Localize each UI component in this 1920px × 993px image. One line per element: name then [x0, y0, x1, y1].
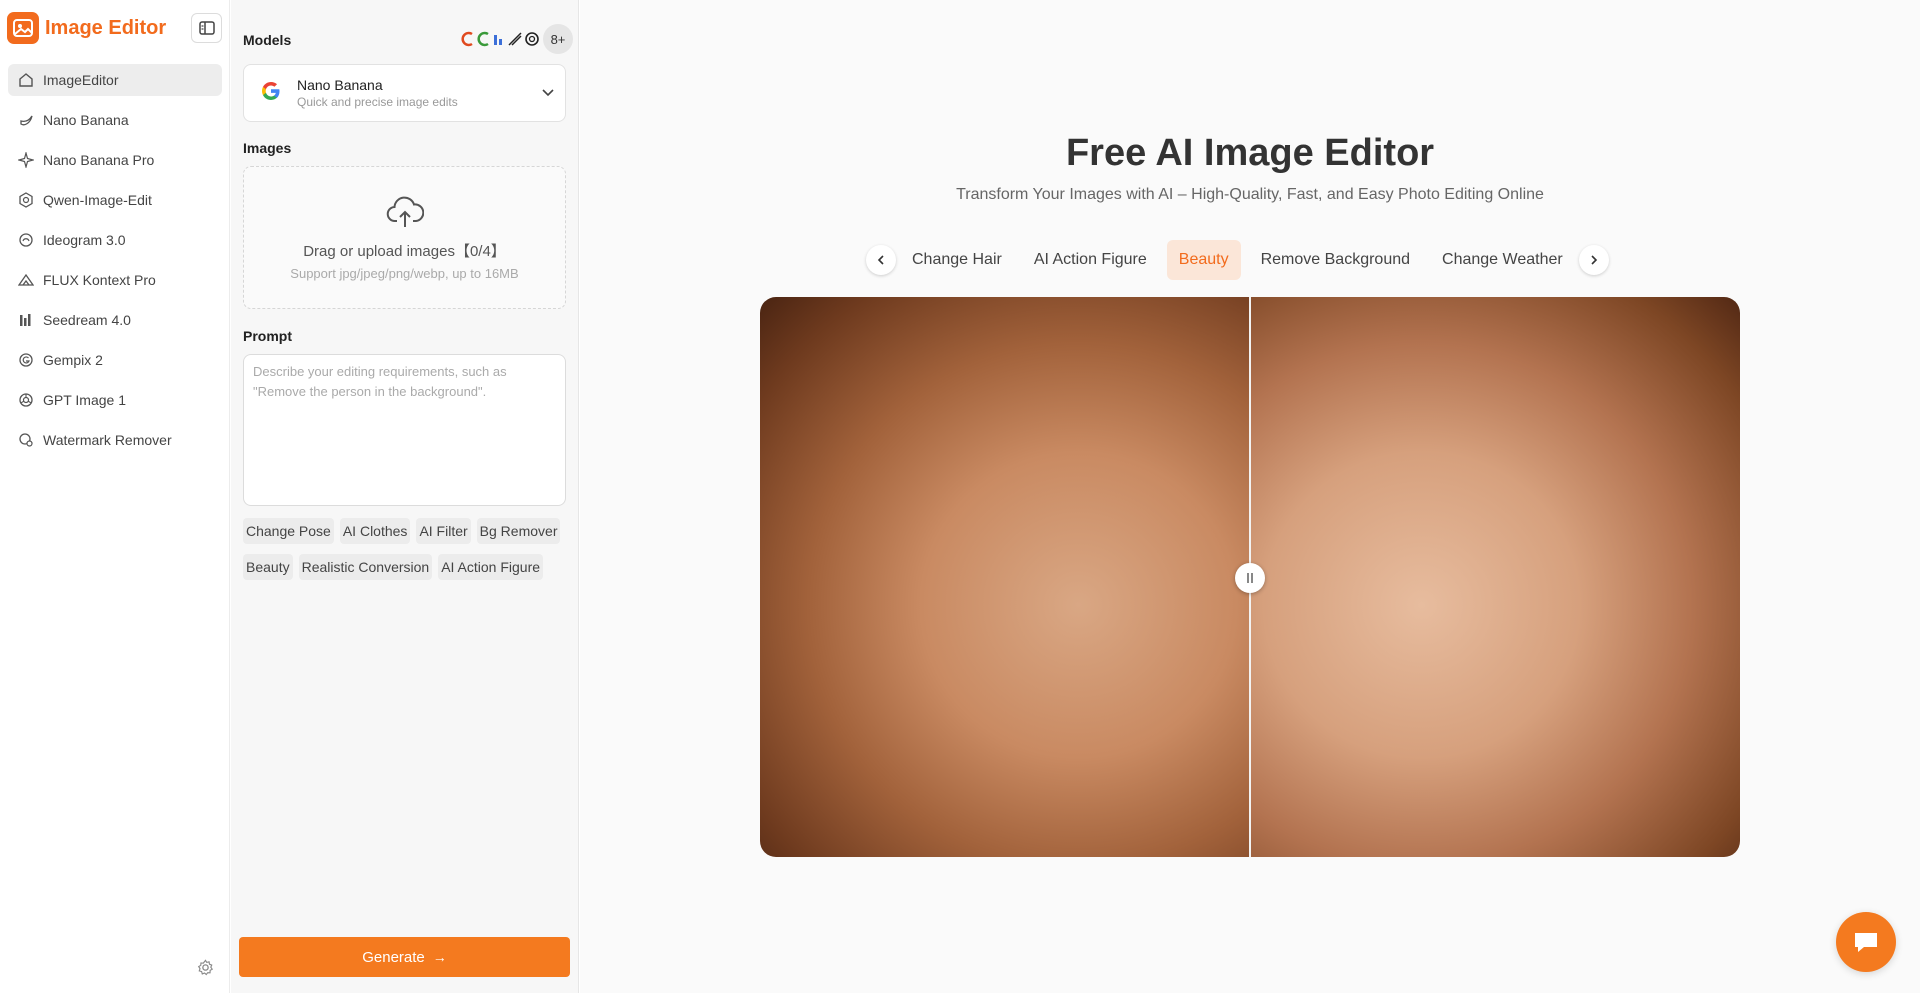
generate-label: Generate	[362, 948, 425, 966]
model-description: Quick and precise image edits	[297, 95, 458, 109]
page-title: Free AI Image Editor	[1065, 132, 1435, 174]
nav-item-label: Nano Banana	[43, 112, 129, 128]
chip-ai-action-figure[interactable]: AI Action Figure	[438, 554, 544, 580]
nav-item-seedream[interactable]: Seedream 4.0	[8, 304, 222, 336]
edit-panel: Models 8+ Nano Banana Quick and precise …	[231, 0, 579, 993]
nav-item-nano-banana[interactable]: Nano Banana	[8, 104, 222, 136]
nav-item-label: Gempix 2	[43, 352, 103, 368]
gear-icon	[197, 958, 213, 975]
nav-item-gempix[interactable]: Gempix 2	[8, 344, 222, 376]
app-title: Image Editor	[45, 16, 167, 39]
model-openai-icon	[521, 28, 543, 50]
before-image	[760, 297, 1250, 857]
tab-beauty[interactable]: Beauty	[1166, 240, 1241, 280]
chat-support-button[interactable]	[1836, 912, 1896, 972]
tab-ai-action-figure[interactable]: AI Action Figure	[1022, 240, 1159, 280]
sidebar-toggle-button[interactable]	[191, 13, 222, 43]
model-select-text: Nano Banana Quick and precise image edit…	[297, 77, 458, 109]
nav-item-label: Nano Banana Pro	[43, 152, 155, 168]
chip-change-pose[interactable]: Change Pose	[243, 518, 334, 544]
main-content: Free AI Image Editor Transform Your Imag…	[580, 0, 1920, 993]
chevron-left-icon	[877, 255, 884, 265]
nav-item-label: Qwen-Image-Edit	[43, 192, 152, 208]
feature-tabs: Change Hair AI Action Figure Beauty Remo…	[866, 240, 1609, 280]
nav-item-label: ImageEditor	[43, 72, 119, 88]
sidebar-toggle-icon	[198, 21, 215, 35]
image-upload-dropzone[interactable]: Drag or upload images【0/4】 Support jpg/j…	[243, 166, 566, 309]
bars-icon	[17, 311, 35, 329]
brand[interactable]: Image Editor	[7, 12, 166, 44]
image-editor-logo-icon	[7, 12, 39, 44]
sparkle-icon	[17, 151, 35, 169]
ideogram-icon	[17, 231, 35, 249]
chevron-down-icon	[541, 85, 555, 104]
images-label: Images	[243, 140, 292, 156]
tab-change-weather[interactable]: Change Weather	[1430, 240, 1575, 280]
google-icon	[260, 80, 282, 107]
model-icons-group[interactable]: 8+	[457, 24, 573, 54]
chat-bubble-icon	[1855, 933, 1877, 952]
qwen-icon	[17, 191, 35, 209]
settings-button[interactable]	[195, 957, 215, 977]
nav-item-qwen-image-edit[interactable]: Qwen-Image-Edit	[8, 184, 222, 216]
nav-list: ImageEditor Nano Banana Nano Banana Pro …	[8, 64, 222, 464]
app-root: Image Editor ImageEditor Nano Banana Nan…	[0, 0, 1920, 993]
tabs-next-button[interactable]	[1578, 245, 1609, 275]
drag-handle-icon	[1247, 573, 1253, 583]
upload-text: Drag or upload images【0/4】	[303, 243, 506, 260]
chip-ai-clothes[interactable]: AI Clothes	[339, 518, 411, 544]
nav-item-gpt-image[interactable]: GPT Image 1	[8, 384, 222, 416]
nav-item-label: FLUX Kontext Pro	[43, 272, 156, 288]
after-image	[1250, 297, 1740, 857]
openai-icon	[17, 391, 35, 409]
nav-item-imageeditor[interactable]: ImageEditor	[8, 64, 222, 96]
nav-item-label: Watermark Remover	[43, 432, 172, 448]
chip-beauty[interactable]: Beauty	[243, 554, 293, 580]
banana-icon	[17, 111, 35, 129]
chip-bg-remover[interactable]: Bg Remover	[476, 518, 561, 544]
prompt-label: Prompt	[243, 328, 292, 344]
nav-item-flux-kontext-pro[interactable]: FLUX Kontext Pro	[8, 264, 222, 296]
chip-ai-filter[interactable]: AI Filter	[416, 518, 471, 544]
cloud-upload-icon	[386, 195, 424, 234]
watermark-icon	[17, 431, 35, 449]
nav-item-label: Ideogram 3.0	[43, 232, 126, 248]
left-nav: Image Editor ImageEditor Nano Banana Nan…	[0, 0, 230, 993]
compare-slider-handle[interactable]	[1235, 563, 1265, 593]
chip-realistic-conversion[interactable]: Realistic Conversion	[298, 554, 433, 580]
flux-icon	[17, 271, 35, 289]
upload-hint: Support jpg/jpeg/png/webp, up to 16MB	[290, 266, 519, 281]
prompt-input[interactable]	[243, 354, 566, 506]
tab-change-hair[interactable]: Change Hair	[900, 240, 1014, 280]
nav-item-label: GPT Image 1	[43, 392, 127, 408]
generate-button[interactable]: Generate →	[239, 937, 570, 977]
more-models-badge: 8+	[543, 24, 573, 54]
arrow-right-icon: →	[432, 949, 447, 965]
models-label: Models	[243, 32, 292, 48]
gempix-icon	[17, 351, 35, 369]
model-select[interactable]: Nano Banana Quick and precise image edit…	[243, 64, 566, 122]
nav-item-nano-banana-pro[interactable]: Nano Banana Pro	[8, 144, 222, 176]
nav-item-ideogram[interactable]: Ideogram 3.0	[8, 224, 222, 256]
nav-item-label: Seedream 4.0	[43, 312, 131, 328]
tabs-prev-button[interactable]	[866, 245, 896, 275]
chevron-right-icon	[1591, 255, 1597, 265]
page-subtitle: Transform Your Images with AI – High-Qua…	[956, 186, 1544, 203]
model-name: Nano Banana	[297, 77, 383, 93]
nav-item-watermark-remover[interactable]: Watermark Remover	[8, 424, 222, 456]
before-after-compare[interactable]	[760, 297, 1740, 857]
home-icon	[17, 71, 35, 89]
tab-remove-background[interactable]: Remove Background	[1249, 240, 1422, 280]
prompt-chips: Change Pose AI Clothes AI Filter Bg Remo…	[243, 518, 573, 590]
